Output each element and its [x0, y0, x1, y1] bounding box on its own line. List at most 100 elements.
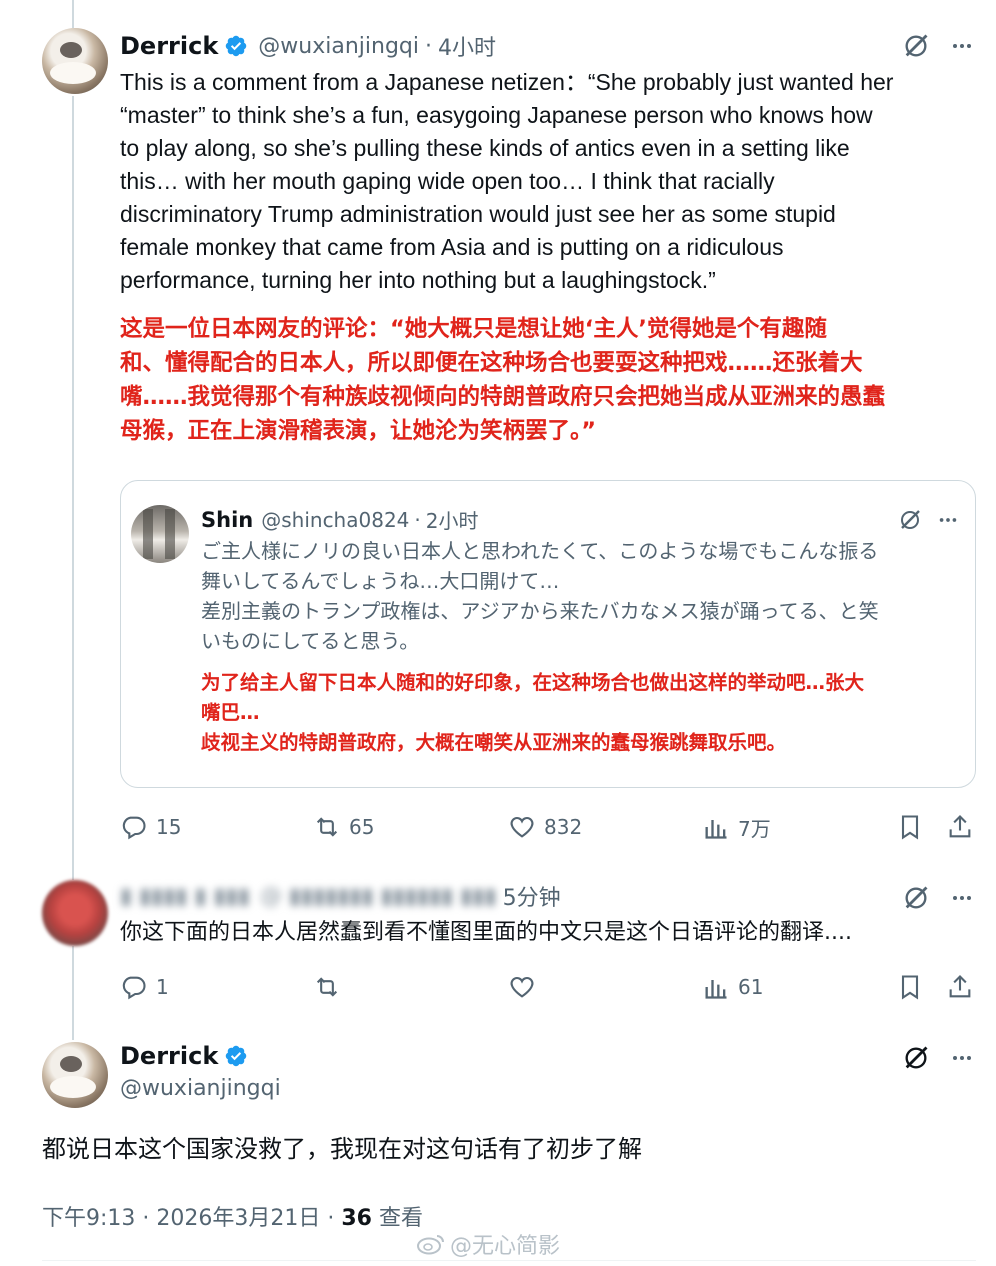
heart-icon	[510, 976, 534, 998]
tweet-derrick-1[interactable]: Derrick @wuxianjingqi · 4小时 This is a co…	[0, 0, 996, 862]
timestamp[interactable]: 下午9:13 · 2026年3月21日 ·	[42, 1206, 341, 1231]
bookmark-icon	[901, 815, 919, 840]
analytics-icon	[705, 820, 727, 839]
tweet-text-chinese: 这是一位日本网友的评论：“她大概只是想让她‘主人’觉得她是个有趣随 和、懂得配合…	[120, 312, 980, 448]
text-line: 嘴……我觉得那个有种族歧视倾向的特朗普政府只会把她当成从亚洲来的愚蠢	[120, 384, 886, 410]
tweet-text: 都说日本这个国家没救了，我现在对这句话有了初步了解	[42, 1135, 642, 1163]
display-name[interactable]: Derrick	[120, 32, 218, 60]
views-button[interactable]: 7万	[702, 813, 771, 842]
display-name[interactable]: Derrick	[120, 1042, 218, 1070]
views-button[interactable]: 61	[702, 973, 763, 1001]
action-bar: 1 61	[120, 970, 980, 1004]
handle-blurred[interactable]: @ ▮▮▮▮▮▮▮ ▮▮▮▮▮▮ ▮▮▮	[260, 884, 497, 909]
thread-line-top	[72, 1030, 74, 1040]
views-count: 7万	[738, 816, 771, 841]
thread-line	[72, 946, 74, 1030]
reply-button[interactable]: 15	[120, 813, 181, 841]
timestamp[interactable]: 4小时	[438, 30, 496, 62]
text-line: to play along, so she’s pulling these ki…	[120, 135, 850, 161]
text-line: 差別主義のトランプ政権は、アジアから来たバカなメス猿が踊ってる、と笑	[201, 599, 879, 623]
quote-avatar[interactable]	[131, 505, 189, 563]
views-count: 36	[341, 1206, 372, 1231]
text-line: 舞いしてるんでしょうね…大口開けて…	[201, 569, 560, 593]
text-line: performance, turning her into nothing bu…	[120, 267, 716, 293]
action-bar: 15 65 832 7万	[120, 810, 980, 844]
bookmark-button[interactable]	[896, 973, 924, 1001]
share-icon	[949, 815, 971, 838]
like-button[interactable]: 832	[508, 813, 582, 841]
reply-count: 1	[156, 975, 169, 999]
avatar-blurred[interactable]	[42, 880, 108, 946]
share-button[interactable]	[946, 813, 974, 841]
display-name-blurred[interactable]: ▮ ▮▮▮▮ ▮ ▮▮▮	[120, 884, 250, 909]
more-options-icon[interactable]	[944, 880, 980, 916]
views-count: 61	[738, 975, 764, 999]
handle[interactable]: @wuxianjingqi	[120, 1076, 281, 1101]
text-line: discriminatory Trump administration woul…	[120, 201, 836, 227]
retweet-button[interactable]	[313, 973, 341, 1001]
text-line: this… with her mouth gaping wide open to…	[120, 168, 775, 194]
more-options-icon[interactable]	[933, 505, 963, 535]
quote-handle[interactable]: @shincha0824	[261, 508, 409, 532]
quote-text-chinese: 为了给主人留下日本人随和的好印象，在这种场合也做出这样的举动吧…张大 嘴巴… 歧…	[201, 668, 971, 758]
text-line: ご主人様にノリの良い日本人と思われたくて、このような場でもこんな振る	[201, 539, 879, 563]
retweet-count: 65	[349, 815, 375, 839]
more-options-icon[interactable]	[944, 1040, 980, 1076]
retweet-icon	[316, 977, 338, 997]
quote-text-japanese: ご主人様にノリの良い日本人と思われたくて、このような場でもこんな振る 舞いしてる…	[201, 536, 971, 656]
grok-icon[interactable]	[898, 880, 934, 916]
tweet-header: Derrick	[120, 1042, 248, 1070]
text-line: 和、懂得配合的日本人，所以即便在这种场合也要耍这种把戏……还张着大	[120, 350, 863, 376]
grok-icon[interactable]	[898, 28, 934, 64]
tweet-header: Derrick @wuxianjingqi · 4小时	[120, 30, 496, 62]
text-line: “master” to think she’s a fun, easygoing…	[120, 102, 873, 128]
thread-line	[72, 96, 74, 862]
handle[interactable]: @wuxianjingqi	[258, 34, 419, 59]
tweet-derrick-2[interactable]: Derrick @wuxianjingqi 都说日本这个国家没救了，我现在对这句…	[0, 1030, 996, 1266]
text-line: 嘴巴…	[201, 701, 260, 724]
retweet-icon	[316, 817, 338, 837]
watermark: @无心简影	[416, 1228, 560, 1260]
reply-button[interactable]: 1	[120, 973, 169, 1001]
watermark-text: @无心简影	[450, 1234, 561, 1259]
bookmark-button[interactable]	[896, 813, 924, 841]
heart-icon	[510, 816, 534, 838]
divider	[42, 1260, 976, 1261]
separator: ·	[414, 507, 421, 532]
text-line: female monkey that came from Asia and is…	[120, 234, 784, 260]
thread-line-top	[72, 862, 74, 880]
weibo-logo-icon	[417, 1235, 444, 1255]
retweet-button[interactable]: 65	[313, 813, 374, 841]
reply-icon	[122, 816, 146, 840]
text-line: This is a comment from a Japanese netize…	[120, 69, 894, 95]
text-line: 这是一位日本网友的评论：“她大概只是想让她‘主人’觉得她是个有趣随	[120, 316, 827, 342]
grok-icon[interactable]	[895, 505, 925, 535]
like-count: 832	[544, 815, 583, 839]
like-button[interactable]	[508, 973, 536, 1001]
tweet-reply[interactable]: ▮ ▮▮▮▮ ▮ ▮▮▮ @ ▮▮▮▮▮▮▮ ▮▮▮▮▮▮ ▮▮▮ 5分钟 你这…	[0, 862, 996, 1030]
grok-icon[interactable]	[898, 1040, 934, 1076]
verified-badge-icon	[226, 1045, 247, 1067]
text-line: 母猴，正在上演滑稽表演，让她沦为笑柄罢了。”	[120, 418, 597, 444]
verified-badge-icon	[226, 35, 247, 57]
avatar[interactable]	[42, 1042, 108, 1108]
timestamp[interactable]: 5分钟	[503, 880, 561, 912]
reply-count: 15	[156, 815, 182, 839]
bookmark-icon	[901, 975, 919, 1000]
quoted-tweet[interactable]: Shin @shincha0824 · 2小时 ご主人様にノリの良い日本人と思わ…	[120, 480, 976, 788]
more-options-icon[interactable]	[944, 28, 980, 64]
tweet-text: 你这下面的日本人居然蠢到看不懂图里面的中文只是这个日语评论的翻译....	[120, 920, 852, 945]
analytics-icon	[705, 980, 727, 999]
separator: ·	[425, 33, 432, 59]
tweet-header: ▮ ▮▮▮▮ ▮ ▮▮▮ @ ▮▮▮▮▮▮▮ ▮▮▮▮▮▮ ▮▮▮ 5分钟	[120, 880, 561, 912]
share-icon	[949, 975, 971, 998]
quote-timestamp[interactable]: 2小时	[426, 505, 479, 534]
avatar[interactable]	[42, 28, 108, 94]
quote-display-name[interactable]: Shin	[201, 508, 253, 532]
share-button[interactable]	[946, 973, 974, 1001]
text-line: いものにしてると思う。	[201, 629, 420, 653]
quote-header: Shin @shincha0824 · 2小时	[201, 505, 478, 534]
reply-icon	[122, 976, 146, 1000]
tweet-text-english: This is a comment from a Japanese netize…	[120, 66, 980, 297]
thread-line-top	[72, 0, 74, 28]
